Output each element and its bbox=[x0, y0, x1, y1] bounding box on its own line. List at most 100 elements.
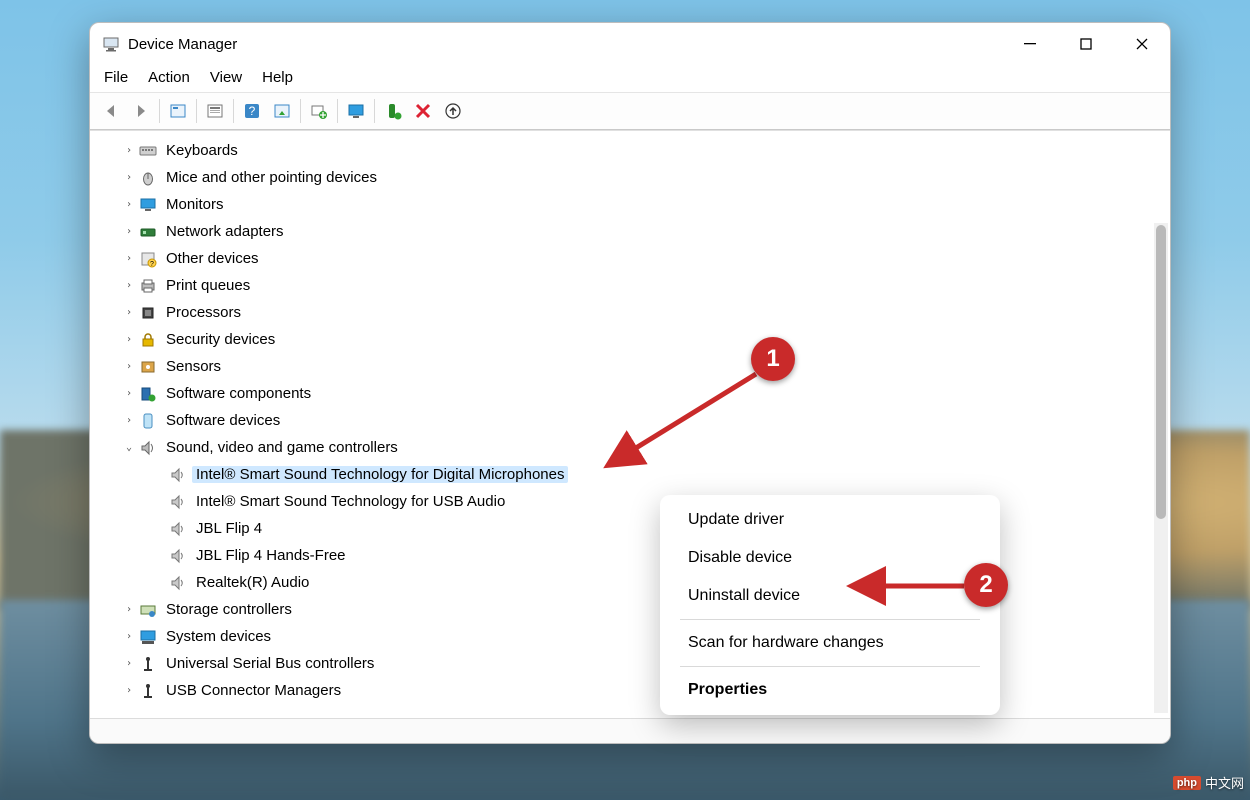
printer-icon bbox=[138, 276, 158, 296]
tree-category[interactable]: › Security devices bbox=[96, 326, 1170, 353]
context-menu-item[interactable]: Scan for hardware changes bbox=[660, 624, 1000, 662]
annotation-badge-2: 2 bbox=[964, 563, 1008, 607]
tree-item-label: Keyboards bbox=[162, 142, 242, 159]
chevron-right-icon[interactable]: › bbox=[120, 388, 138, 399]
tree-device[interactable]: JBL Flip 4 Hands-Free bbox=[96, 542, 1170, 569]
chevron-right-icon[interactable]: › bbox=[120, 253, 138, 264]
titlebar[interactable]: Device Manager bbox=[90, 23, 1170, 65]
tree-item-label: Sound, video and game controllers bbox=[162, 439, 402, 456]
tree-category[interactable]: ›USB Connector Managers bbox=[96, 677, 1170, 704]
context-menu-item[interactable]: Update driver bbox=[660, 501, 1000, 539]
toolbar-separator bbox=[300, 99, 301, 123]
tree-item-label: Intel® Smart Sound Technology for USB Au… bbox=[192, 493, 509, 510]
uninstall-button[interactable] bbox=[408, 97, 438, 125]
tree-category[interactable]: ›?Other devices bbox=[96, 245, 1170, 272]
chevron-right-icon[interactable]: › bbox=[120, 172, 138, 183]
toolbar-separator bbox=[337, 99, 338, 123]
tree-category[interactable]: › Storage controllers bbox=[96, 596, 1170, 623]
swdev-icon bbox=[138, 411, 158, 431]
tree-device[interactable]: Intel® Smart Sound Technology for USB Au… bbox=[96, 488, 1170, 515]
tree-item-label: Processors bbox=[162, 304, 245, 321]
chevron-right-icon[interactable]: › bbox=[120, 604, 138, 615]
menu-view[interactable]: View bbox=[210, 69, 242, 86]
monitor-button[interactable] bbox=[341, 97, 371, 125]
chevron-right-icon[interactable]: › bbox=[120, 685, 138, 696]
show-hidden-devices-button[interactable] bbox=[163, 97, 193, 125]
tree-item-label: Software components bbox=[162, 385, 315, 402]
tree-item-label: Intel® Smart Sound Technology for Digita… bbox=[192, 466, 568, 483]
network-icon bbox=[138, 222, 158, 242]
tree-item-label: Realtek(R) Audio bbox=[192, 574, 313, 591]
chevron-right-icon[interactable]: › bbox=[120, 307, 138, 318]
tree-item-label: Security devices bbox=[162, 331, 279, 348]
properties-button[interactable] bbox=[200, 97, 230, 125]
scrollbar-thumb[interactable] bbox=[1156, 225, 1166, 519]
speaker-icon bbox=[168, 573, 188, 593]
update-driver-button[interactable] bbox=[304, 97, 334, 125]
swcomp-icon bbox=[138, 384, 158, 404]
tree-item-label: Monitors bbox=[162, 196, 228, 213]
annotation-arrow-2 bbox=[846, 578, 976, 598]
context-menu-separator bbox=[680, 619, 980, 620]
speaker-icon bbox=[168, 546, 188, 566]
tree-category[interactable]: › Network adapters bbox=[96, 218, 1170, 245]
back-button[interactable] bbox=[96, 97, 126, 125]
tree-category[interactable]: › Print queues bbox=[96, 272, 1170, 299]
maximize-button[interactable] bbox=[1058, 23, 1114, 65]
chevron-right-icon[interactable]: › bbox=[120, 145, 138, 156]
chevron-down-icon[interactable]: ⌄ bbox=[120, 442, 138, 453]
context-menu-item[interactable]: Disable device bbox=[660, 539, 1000, 577]
menubar: File Action View Help bbox=[90, 65, 1170, 93]
enable-button[interactable] bbox=[378, 97, 408, 125]
keyboard-icon bbox=[138, 141, 158, 161]
svg-text:?: ? bbox=[249, 104, 256, 118]
tree-category[interactable]: › Processors bbox=[96, 299, 1170, 326]
menu-action[interactable]: Action bbox=[148, 69, 190, 86]
tree-item-label: Network adapters bbox=[162, 223, 288, 240]
usb-icon bbox=[138, 654, 158, 674]
tree-category[interactable]: ›Universal Serial Bus controllers bbox=[96, 650, 1170, 677]
speaker-icon bbox=[168, 492, 188, 512]
speaker-icon bbox=[168, 519, 188, 539]
sensor-icon bbox=[138, 357, 158, 377]
forward-button[interactable] bbox=[126, 97, 156, 125]
tree-item-label: Print queues bbox=[162, 277, 254, 294]
desktop-background: Device Manager File Action View Help ? bbox=[0, 0, 1250, 800]
chevron-right-icon[interactable]: › bbox=[120, 226, 138, 237]
tree-device[interactable]: JBL Flip 4 bbox=[96, 515, 1170, 542]
chevron-right-icon[interactable]: › bbox=[120, 199, 138, 210]
up-button[interactable] bbox=[438, 97, 468, 125]
storage-icon bbox=[138, 600, 158, 620]
tree-category[interactable]: › Keyboards bbox=[96, 137, 1170, 164]
tree-item-label: System devices bbox=[162, 628, 275, 645]
help-button[interactable]: ? bbox=[237, 97, 267, 125]
tree-category[interactable]: › Monitors bbox=[96, 191, 1170, 218]
tree-item-label: Storage controllers bbox=[162, 601, 296, 618]
menu-file[interactable]: File bbox=[104, 69, 128, 86]
chevron-right-icon[interactable]: › bbox=[120, 280, 138, 291]
annotation-badge-1: 1 bbox=[751, 337, 795, 381]
tree-category[interactable]: ›Mice and other pointing devices bbox=[96, 164, 1170, 191]
sound-icon bbox=[138, 438, 158, 458]
vertical-scrollbar[interactable] bbox=[1154, 223, 1168, 713]
scan-changes-button[interactable] bbox=[267, 97, 297, 125]
usb-icon bbox=[138, 681, 158, 701]
system-icon bbox=[138, 627, 158, 647]
window-controls bbox=[1002, 23, 1170, 65]
minimize-button[interactable] bbox=[1002, 23, 1058, 65]
menu-help[interactable]: Help bbox=[262, 69, 293, 86]
speaker-icon bbox=[168, 465, 188, 485]
close-button[interactable] bbox=[1114, 23, 1170, 65]
cpu-icon bbox=[138, 303, 158, 323]
watermark-text: 中文网 bbox=[1205, 773, 1244, 792]
tree-device[interactable]: Realtek(R) Audio bbox=[96, 569, 1170, 596]
monitor-icon bbox=[138, 195, 158, 215]
chevron-right-icon[interactable]: › bbox=[120, 361, 138, 372]
context-menu-item[interactable]: Properties bbox=[660, 671, 1000, 709]
annotation-arrow-1 bbox=[596, 368, 766, 478]
tree-category[interactable]: › System devices bbox=[96, 623, 1170, 650]
chevron-right-icon[interactable]: › bbox=[120, 334, 138, 345]
chevron-right-icon[interactable]: › bbox=[120, 415, 138, 426]
chevron-right-icon[interactable]: › bbox=[120, 631, 138, 642]
chevron-right-icon[interactable]: › bbox=[120, 658, 138, 669]
